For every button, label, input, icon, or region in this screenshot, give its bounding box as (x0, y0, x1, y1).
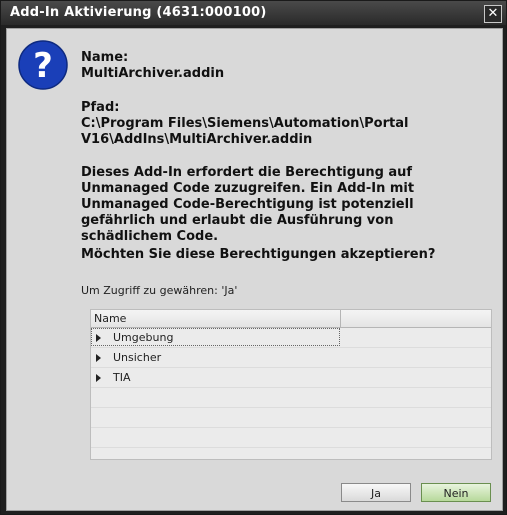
empty-row (91, 408, 491, 428)
grid-row-unsicher[interactable]: Unsicher (91, 348, 491, 368)
grid-row-umgebung[interactable]: Umgebung (91, 328, 491, 348)
row-label: TIA (113, 371, 131, 384)
path-label: Pfad: (81, 100, 120, 115)
empty-row (91, 388, 491, 408)
row-label: Unsicher (113, 351, 162, 364)
question-icon: ? (18, 40, 68, 90)
close-button[interactable]: ✕ (484, 5, 502, 23)
column-separator[interactable] (340, 310, 341, 327)
no-button[interactable]: Nein (421, 483, 491, 502)
close-icon: ✕ (487, 6, 499, 21)
dialog-body: ? Name: MultiArchiver.addin Pfad: C:\Pro… (6, 28, 503, 511)
access-hint: Um Zugriff zu gewähren: 'Ja' (81, 284, 238, 297)
yes-button[interactable]: Ja (341, 483, 411, 502)
name-label: Name: (81, 50, 129, 65)
column-header-name[interactable]: Name (94, 312, 126, 325)
permission-description: Dieses Add-In erfordert die Berechtigung… (81, 165, 415, 244)
row-label: Umgebung (113, 331, 174, 344)
dialog-window: Add-In Aktivierung (4631:000100) ✕ ? Nam… (0, 0, 507, 515)
expand-arrow-icon[interactable] (96, 334, 101, 342)
permissions-grid[interactable]: Name Umgebung Unsicher TIA (90, 309, 492, 460)
title-bar[interactable]: Add-In Aktivierung (4631:000100) ✕ (1, 1, 506, 25)
expand-arrow-icon[interactable] (96, 374, 101, 382)
grid-row-tia[interactable]: TIA (91, 368, 491, 388)
empty-row (91, 428, 491, 448)
name-value: MultiArchiver.addin (81, 66, 225, 81)
permission-question: Möchten Sie diese Berechtigungen akzepti… (81, 247, 436, 262)
window-title: Add-In Aktivierung (4631:000100) (10, 5, 267, 20)
svg-text:?: ? (33, 46, 53, 86)
expand-arrow-icon[interactable] (96, 354, 101, 362)
grid-header: Name (91, 310, 491, 328)
path-value: C:\Program Files\Siemens\Automation\Port… (81, 116, 409, 147)
